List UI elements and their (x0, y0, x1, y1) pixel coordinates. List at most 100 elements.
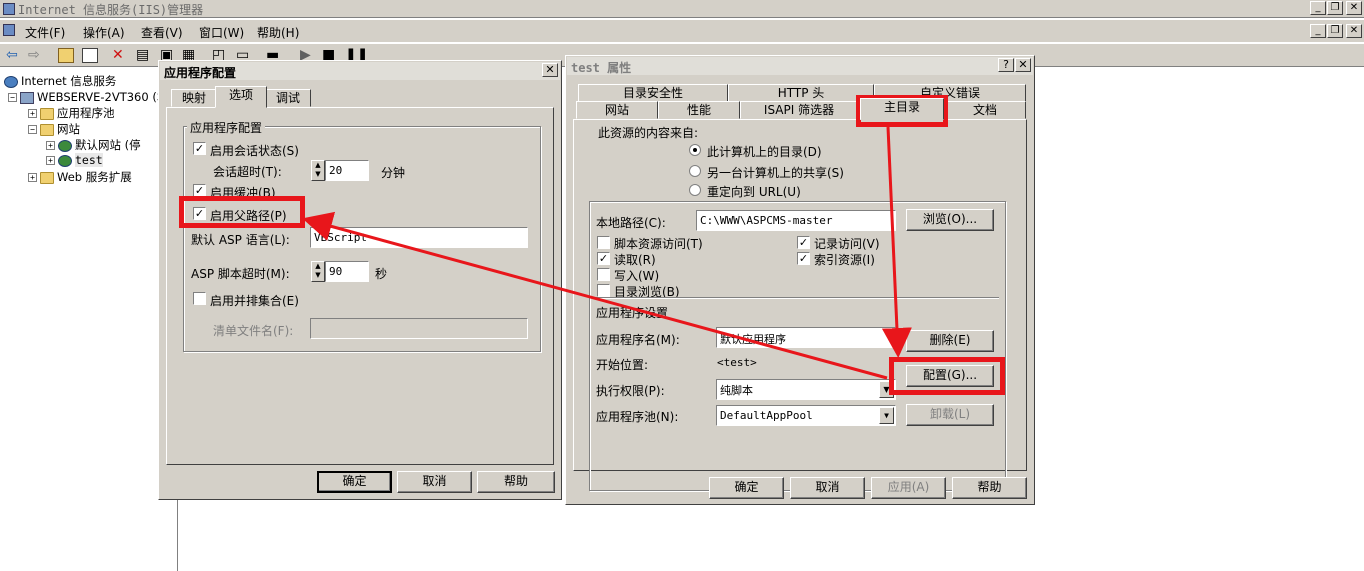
iis-app-icon (3, 3, 15, 15)
app-pool-label: 应用程序池(N): (596, 410, 679, 424)
properties-dialog: test 属性 ? ✕ 目录安全性 HTTP 头 自定义错误 网站 性能 ISA… (565, 55, 1035, 505)
tree-node-test-site[interactable]: + test (46, 153, 103, 167)
log-visits-checkbox[interactable]: ✓ (797, 236, 810, 249)
delete-icon[interactable]: ✕ (112, 48, 124, 62)
radio-share-label: 另一台计算机上的共享(S) (707, 166, 844, 180)
menu-action[interactable]: 操作(A) (83, 24, 125, 41)
menu-help[interactable]: 帮助(H) (257, 24, 299, 41)
forward-icon[interactable]: ⇨ (28, 48, 40, 62)
tab-dir-security[interactable]: 目录安全性 (578, 84, 728, 102)
folder-icon (40, 171, 54, 184)
server-icon (20, 91, 34, 104)
folder-icon (40, 107, 54, 120)
app-name-input[interactable]: 默认应用程序 (716, 327, 896, 348)
properties-icon[interactable]: ▤ (136, 48, 149, 62)
radio-redirect[interactable] (689, 184, 701, 196)
tab-mappings[interactable]: 映射 (171, 89, 217, 107)
tab-documents[interactable]: 文档 (944, 101, 1026, 119)
chevron-down-icon[interactable]: ▼ (879, 407, 894, 424)
collapse-icon[interactable]: − (28, 125, 37, 134)
close-icon[interactable]: ✕ (542, 63, 558, 77)
app-config-title: 应用程序配置 (160, 62, 560, 80)
restore-button[interactable]: ❐ (1327, 1, 1343, 15)
radio-local-dir[interactable] (689, 144, 701, 156)
help-icon[interactable]: ? (998, 58, 1014, 72)
collapse-icon[interactable]: − (8, 93, 17, 102)
start-pos-label: 开始位置: (596, 358, 649, 372)
app-pool-select[interactable]: DefaultAppPool ▼ (716, 405, 896, 426)
index-resource-label: 索引资源(I) (814, 253, 875, 267)
group-label: 应用程序配置 (187, 119, 266, 136)
close-button[interactable]: ✕ (1346, 1, 1362, 15)
tab-performance[interactable]: 性能 (658, 101, 740, 119)
write-checkbox[interactable] (597, 268, 610, 281)
expand-icon[interactable]: + (28, 109, 37, 118)
menu-window[interactable]: 窗口(W) (199, 24, 244, 41)
folder-icon (40, 123, 54, 136)
read-checkbox[interactable]: ✓ (597, 252, 610, 265)
tab-home-directory[interactable]: 主目录 (860, 98, 944, 120)
side-by-side-checkbox[interactable] (193, 292, 206, 305)
menu-view[interactable]: 查看(V) (141, 24, 183, 41)
mdi-close-button[interactable]: ✕ (1346, 24, 1362, 38)
menu-file[interactable]: 文件(F) (25, 24, 65, 41)
mdi-restore-button[interactable]: ❐ (1327, 24, 1343, 38)
help-button[interactable]: 帮助 (477, 471, 555, 493)
back-icon[interactable]: ⇦ (6, 48, 18, 62)
ok-button[interactable]: 确定 (709, 477, 784, 499)
app-settings-label: 应用程序设置 (596, 306, 669, 320)
cancel-button[interactable]: 取消 (790, 477, 865, 499)
radio-share[interactable] (689, 165, 701, 177)
expand-icon[interactable]: + (46, 141, 55, 150)
tree-node-app-pools[interactable]: + 应用程序池 (28, 105, 115, 121)
home-directory-panel: 此资源的内容来自: 此计算机上的目录(D) 另一台计算机上的共享(S) 重定向到… (573, 119, 1027, 491)
browse-button[interactable]: 浏览(O)... (906, 209, 994, 231)
tab-options[interactable]: 选项 (215, 86, 267, 108)
local-path-label: 本地路径(C): (596, 216, 666, 230)
tab-debugging[interactable]: 调试 (265, 89, 311, 107)
script-timeout-spinner[interactable]: ▲ ▼ (311, 261, 325, 282)
close-icon[interactable]: ✕ (1015, 58, 1031, 72)
website-stopped-icon (58, 139, 72, 152)
up-folder-icon[interactable] (58, 48, 74, 63)
default-lang-input[interactable]: VBScript (310, 227, 528, 248)
tab-isapi-filters[interactable]: ISAPI 筛选器 (740, 101, 858, 119)
help-button[interactable]: 帮助 (952, 477, 1027, 499)
tree-node-websites[interactable]: − 网站 (28, 121, 80, 137)
mdi-minimize-button[interactable]: _ (1310, 24, 1326, 38)
enable-session-label: 启用会话状态(S) (210, 144, 299, 158)
session-timeout-input[interactable]: 20 (325, 160, 369, 181)
tree-node-web-ext[interactable]: + Web 服务扩展 (28, 169, 132, 185)
cancel-button[interactable]: 取消 (397, 471, 472, 493)
script-timeout-input[interactable]: 90 (325, 261, 369, 282)
session-timeout-spinner[interactable]: ▲ ▼ (311, 160, 325, 181)
dir-browse-checkbox[interactable] (597, 284, 610, 297)
radio-redirect-label: 重定向到 URL(U) (707, 185, 801, 199)
tree-node-root[interactable]: Internet 信息服务 (4, 73, 116, 89)
script-access-checkbox[interactable] (597, 236, 610, 249)
exec-perm-select[interactable]: 纯脚本 ▼ (716, 379, 896, 400)
remove-button[interactable]: 删除(E) (906, 330, 994, 352)
highlight-parent-paths (179, 196, 305, 228)
read-label: 读取(R) (614, 253, 656, 267)
apply-button: 应用(A) (871, 477, 946, 499)
mdi-child-icon (3, 24, 15, 36)
main-window-title: Internet 信息服务(IIS)管理器 (18, 3, 204, 17)
radio-local-dir-label: 此计算机上的目录(D) (707, 145, 822, 159)
ok-button[interactable]: 确定 (317, 471, 392, 493)
show-tree-icon[interactable] (82, 48, 98, 63)
tree-node-server[interactable]: − WEBSERVE-2VT360 (本地 (8, 89, 180, 105)
tree-node-default-site[interactable]: + 默认网站 (停 (46, 137, 141, 153)
script-access-label: 脚本资源访问(T) (614, 237, 703, 251)
divider (594, 297, 999, 299)
local-path-input[interactable]: C:\WWW\ASPCMS-master (696, 210, 896, 231)
index-resource-checkbox[interactable]: ✓ (797, 252, 810, 265)
tab-website[interactable]: 网站 (576, 101, 658, 119)
enable-session-checkbox[interactable]: ✓ (193, 142, 206, 155)
app-name-label: 应用程序名(M): (596, 333, 680, 347)
expand-icon[interactable]: + (28, 173, 37, 182)
minimize-button[interactable]: _ (1310, 1, 1326, 15)
options-panel: 应用程序配置 ✓ 启用会话状态(S) 会话超时(T): ▲ ▼ 20 分钟 ✓ 启… (166, 107, 554, 465)
expand-icon[interactable]: + (46, 156, 55, 165)
tab-http-headers[interactable]: HTTP 头 (728, 84, 874, 102)
